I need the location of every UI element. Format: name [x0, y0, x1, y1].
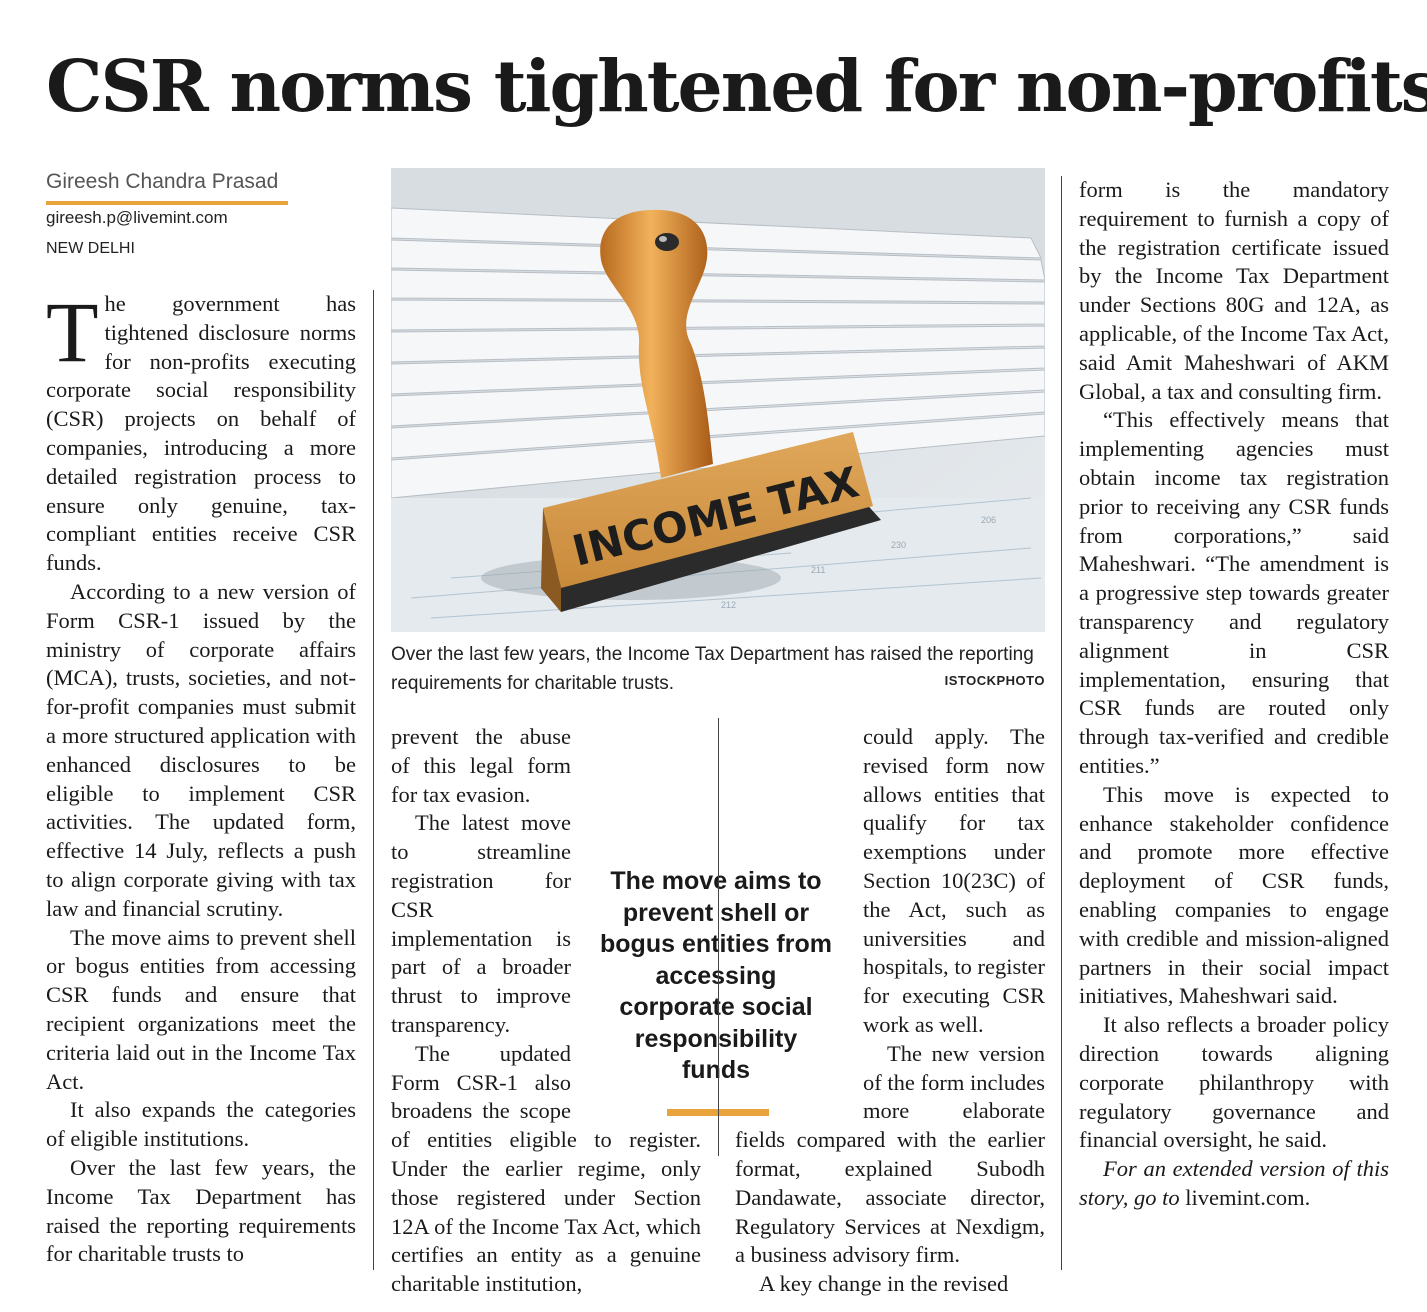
- article-paragraph: form is the mandatory requirement to fur…: [1079, 177, 1389, 404]
- site-link[interactable]: livemint.com.: [1185, 1185, 1310, 1210]
- income-tax-stamp-image: 184 212 211 230 206 INCOME TAX: [391, 168, 1045, 632]
- article-paragraph: The government has tightened disclosure …: [46, 284, 356, 576]
- article-paragraph: It also reflects a broader policy direct…: [1079, 1012, 1389, 1153]
- article-column-4: form is the mandatory requirement to fur…: [1079, 176, 1389, 1213]
- author-name: Gireesh Chandra Prasad: [46, 170, 279, 193]
- svg-text:211: 211: [811, 565, 825, 575]
- article-paragraph: “This effectively means that implementin…: [1079, 407, 1389, 778]
- photo-credit: ISTOCKPHOTO: [944, 673, 1045, 688]
- column-divider: [373, 290, 374, 1270]
- article-photo: 184 212 211 230 206 INCOME TAX: [391, 168, 1045, 632]
- svg-text:212: 212: [721, 600, 736, 610]
- author-email[interactable]: gireesh.p@livemint.com: [46, 208, 228, 228]
- byline-accent-rule: [46, 201, 288, 205]
- pull-quote: The move aims to prevent shell or bogus …: [600, 867, 832, 1084]
- headline: CSR norms tightened for non-profits: [46, 44, 1427, 128]
- article-tagline: For an extended version of this story, g…: [1079, 1156, 1389, 1210]
- photo-caption: Over the last few years, the Income Tax …: [391, 644, 1045, 694]
- dateline: NEW DELHI: [46, 240, 135, 257]
- article-paragraph: According to a new version of Form CSR-1…: [46, 578, 356, 921]
- svg-text:230: 230: [891, 540, 906, 550]
- article-column-1: The government has tightened disclosure …: [46, 284, 356, 1269]
- column-divider: [1061, 176, 1062, 1270]
- article-paragraph: It also expands the categories of eligib…: [46, 1097, 356, 1152]
- article-paragraph: The move aims to prevent shell or bogus …: [46, 924, 356, 1094]
- column-divider: [718, 718, 719, 1156]
- article-paragraph: Over the last few years, the Income Tax …: [46, 1154, 356, 1267]
- svg-text:206: 206: [981, 515, 996, 525]
- article-paragraph: This move is expected to enhance stakeho…: [1079, 781, 1389, 1009]
- article-paragraph: A key change in the revised: [759, 1271, 1009, 1297]
- drop-cap: T: [46, 284, 99, 380]
